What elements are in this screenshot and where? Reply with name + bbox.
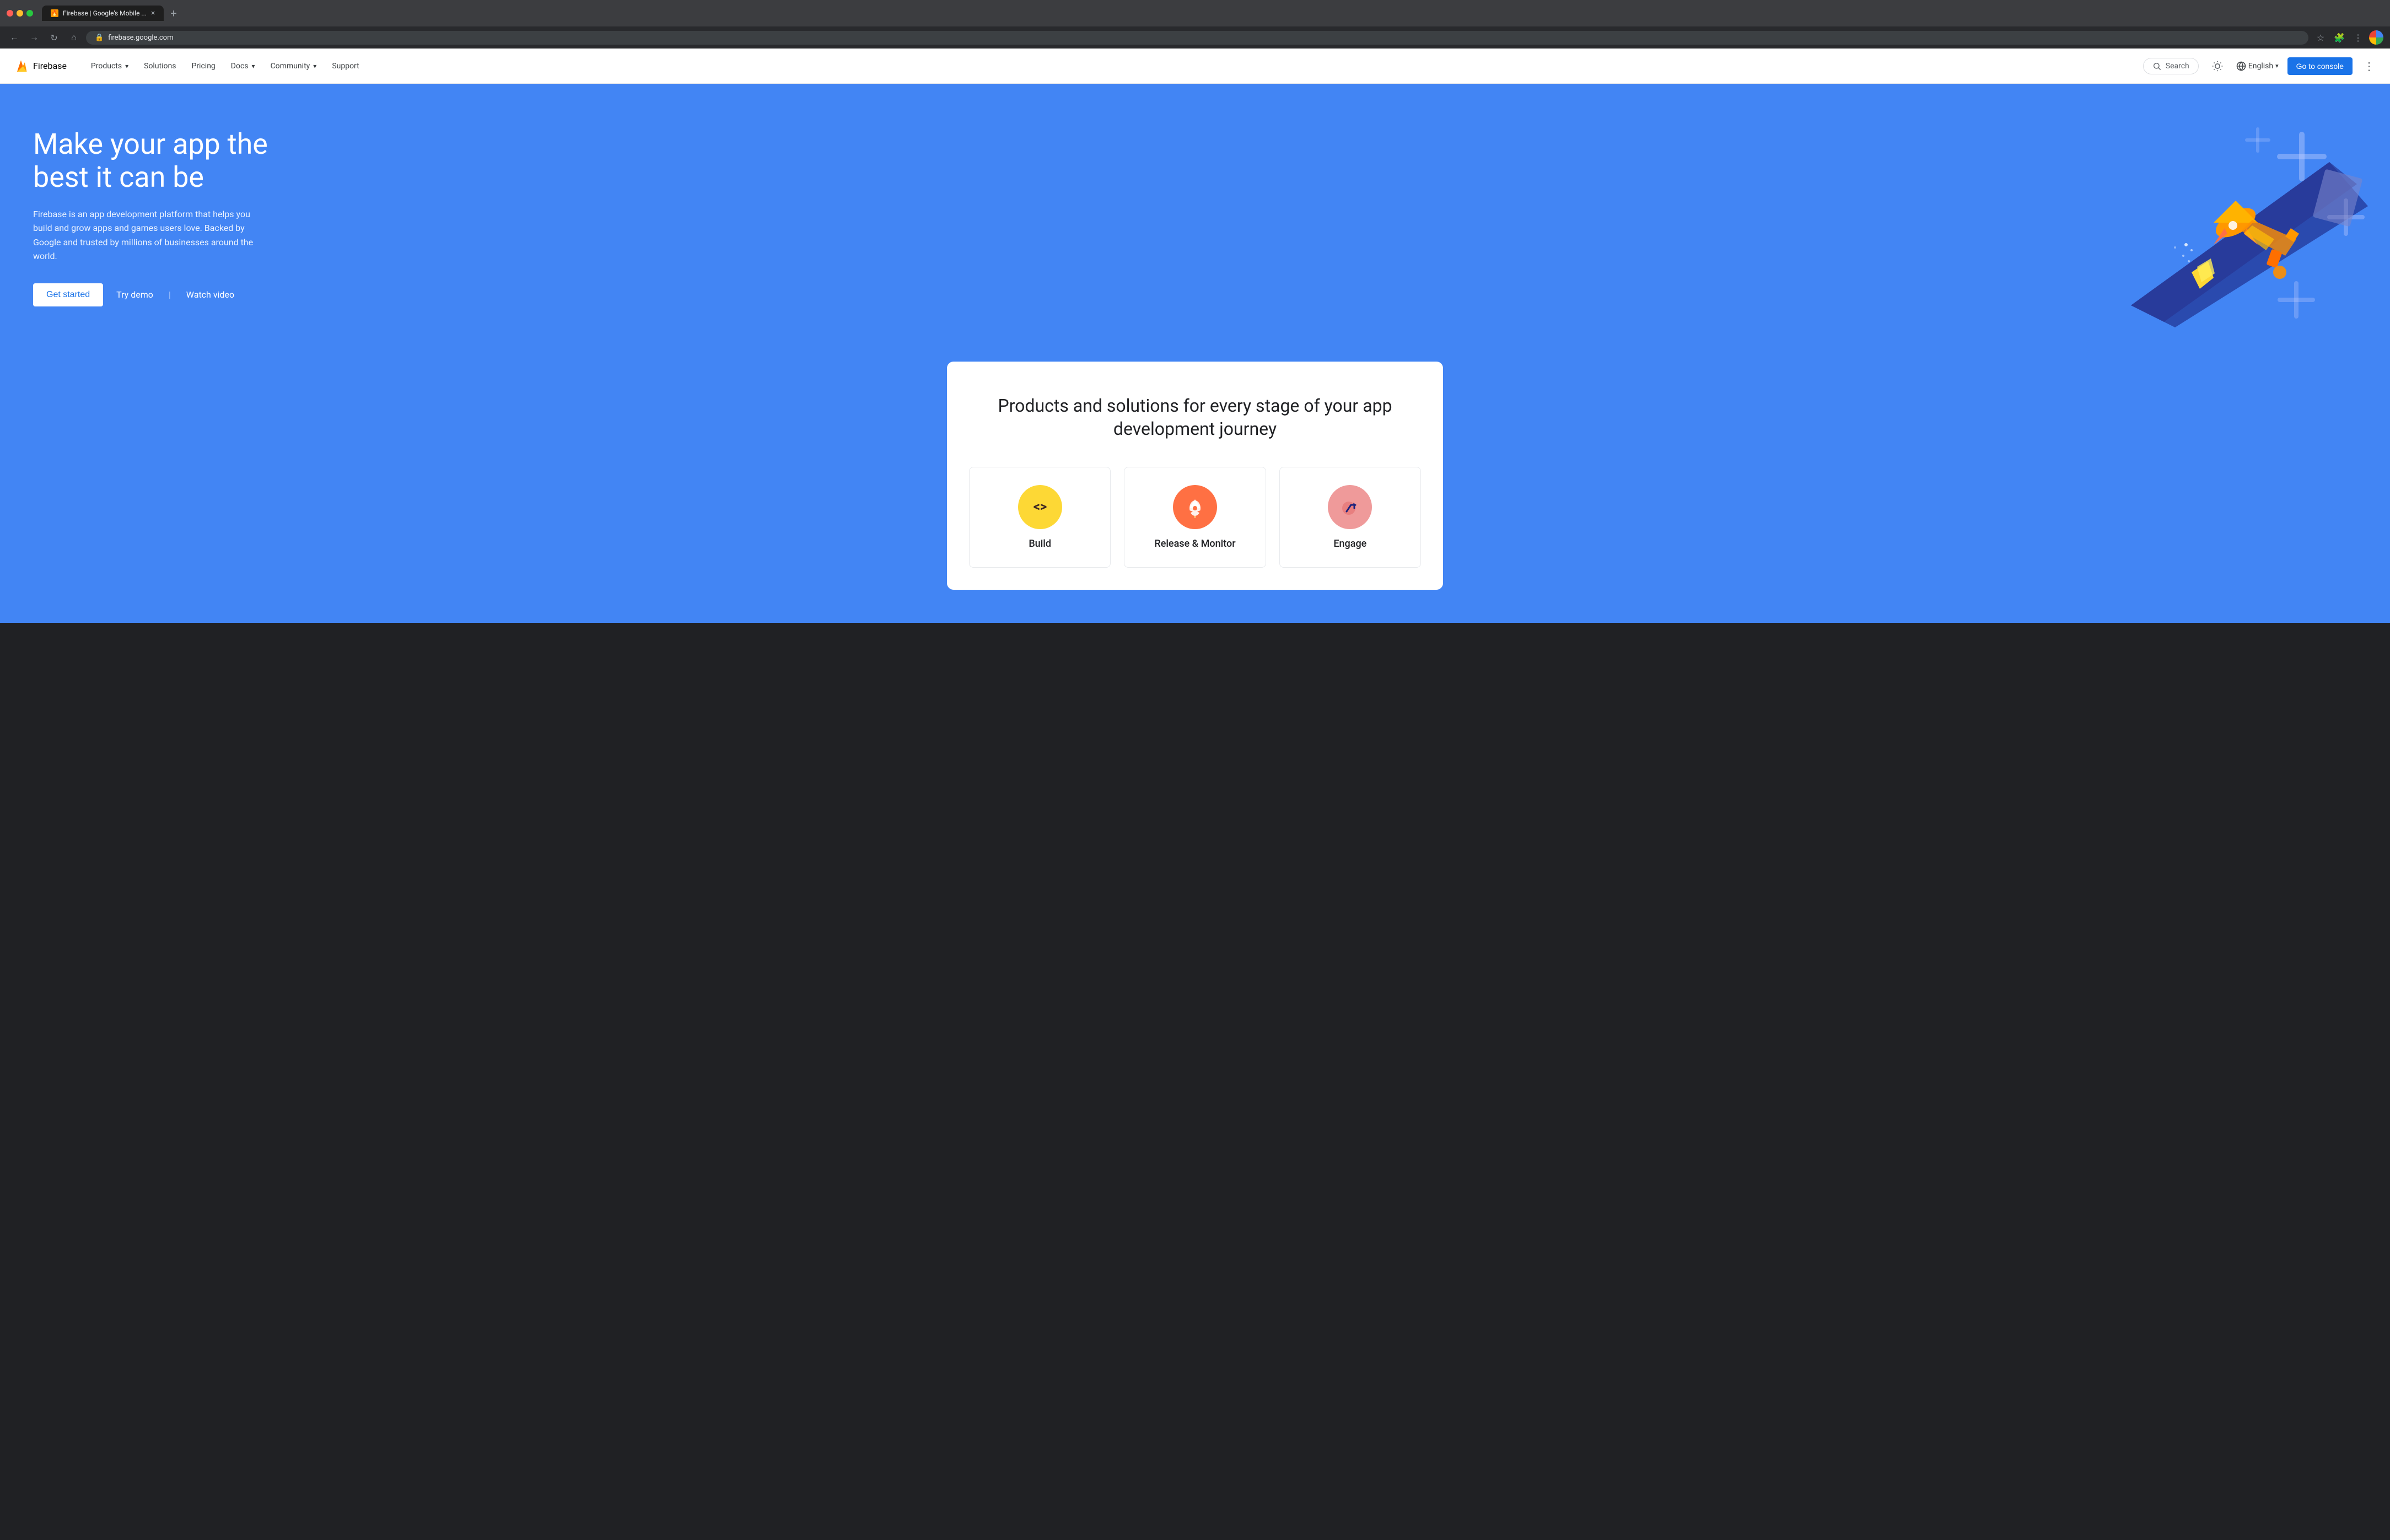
bookmark-button[interactable]: ☆ [2313, 30, 2328, 45]
product-card-build[interactable]: <> Build [969, 467, 1111, 568]
extensions-button[interactable]: 🧩 [2332, 30, 2347, 45]
product-name-release: Release & Monitor [1154, 538, 1235, 550]
hero-illustration [2065, 118, 2368, 327]
cta-divider: | [169, 289, 171, 300]
profile-avatar[interactable] [2369, 30, 2383, 45]
browser-tabs: 🔥 Firebase | Google's Mobile ... × + [42, 4, 2383, 22]
nav-support[interactable]: Support [325, 57, 365, 75]
nav-docs[interactable]: Docs [224, 57, 262, 75]
hero-cta: Get started Try demo | Watch video [33, 283, 309, 306]
theme-toggle-button[interactable] [2208, 56, 2227, 76]
browser-window: 🔥 Firebase | Google's Mobile ... × + ← →… [0, 0, 2390, 49]
url-text: firebase.google.com [108, 34, 173, 42]
chart-arrow-icon [1339, 496, 1361, 518]
hero-section: Make your app the best it can be Firebas… [0, 84, 2390, 362]
browser-controls: ← → ↻ ⌂ 🔒 firebase.google.com ☆ 🧩 ⋮ [0, 26, 2390, 49]
release-icon [1173, 485, 1217, 529]
search-button[interactable]: Search [2143, 58, 2199, 74]
rocket-icon [1184, 496, 1206, 518]
firebase-logo-text: Firebase [33, 61, 67, 71]
search-icon [2152, 62, 2161, 71]
more-options-button[interactable]: ⋮ [2361, 57, 2377, 75]
minimize-window-button[interactable] [17, 10, 23, 17]
product-card-release[interactable]: Release & Monitor [1124, 467, 1266, 568]
products-card: Products and solutions for every stage o… [947, 362, 1443, 590]
nav-solutions[interactable]: Solutions [137, 57, 182, 75]
products-section: Products and solutions for every stage o… [0, 362, 2390, 623]
nav-actions: Search [2143, 56, 2377, 76]
try-demo-link[interactable]: Try demo [116, 289, 153, 300]
products-grid: <> Build [969, 467, 1421, 568]
firebase-logo[interactable]: Firebase [13, 58, 67, 74]
light-mode-icon [2212, 61, 2223, 72]
hero-description: Firebase is an app development platform … [33, 207, 254, 263]
nav-community[interactable]: Community [264, 57, 324, 75]
products-title: Products and solutions for every stage o… [969, 395, 1421, 440]
main-nav: Firebase Products Solutions Pricing Docs… [0, 49, 2390, 84]
browser-actions: ☆ 🧩 ⋮ [2313, 30, 2383, 45]
get-started-button[interactable]: Get started [33, 283, 103, 306]
tab-title: Firebase | Google's Mobile ... [63, 9, 147, 17]
new-tab-button[interactable]: + [166, 4, 181, 22]
go-to-console-button[interactable]: Go to console [2287, 57, 2353, 75]
home-button[interactable]: ⌂ [66, 30, 82, 45]
address-bar[interactable]: 🔒 firebase.google.com [86, 31, 2308, 45]
nav-products[interactable]: Products [84, 57, 135, 75]
language-chevron-icon: ▾ [2275, 62, 2279, 69]
search-label: Search [2166, 62, 2189, 71]
traffic-lights [7, 10, 33, 17]
close-tab-button[interactable]: × [151, 9, 155, 18]
hero-svg [2065, 118, 2368, 327]
watch-video-link[interactable]: Watch video [186, 289, 234, 300]
forward-button[interactable]: → [26, 30, 42, 45]
back-button[interactable]: ← [7, 30, 22, 45]
product-name-engage: Engage [1333, 538, 1366, 550]
website-content: Firebase Products Solutions Pricing Docs… [0, 49, 2390, 623]
tab-favicon: 🔥 [51, 9, 58, 17]
nav-links: Products Solutions Pricing Docs Communit… [84, 57, 2143, 75]
close-window-button[interactable] [7, 10, 13, 17]
firebase-flame-icon [13, 58, 29, 74]
product-card-engage[interactable]: Engage [1279, 467, 1421, 568]
product-name-build: Build [1029, 538, 1051, 550]
globe-icon [2236, 61, 2246, 71]
code-brackets-icon: <> [1029, 496, 1051, 518]
engage-icon [1328, 485, 1372, 529]
build-icon: <> [1018, 485, 1062, 529]
hero-content: Make your app the best it can be Firebas… [33, 128, 309, 306]
language-label: English [2248, 62, 2273, 71]
refresh-button[interactable]: ↻ [46, 30, 62, 45]
browser-titlebar: 🔥 Firebase | Google's Mobile ... × + [0, 0, 2390, 26]
maximize-window-button[interactable] [26, 10, 33, 17]
svg-text:<>: <> [1033, 499, 1047, 514]
language-selector[interactable]: English ▾ [2236, 61, 2279, 71]
more-menu-button[interactable]: ⋮ [2350, 30, 2366, 45]
active-tab[interactable]: 🔥 Firebase | Google's Mobile ... × [42, 6, 164, 21]
lock-icon: 🔒 [95, 34, 104, 42]
hero-title: Make your app the best it can be [33, 128, 309, 194]
nav-pricing[interactable]: Pricing [185, 57, 222, 75]
